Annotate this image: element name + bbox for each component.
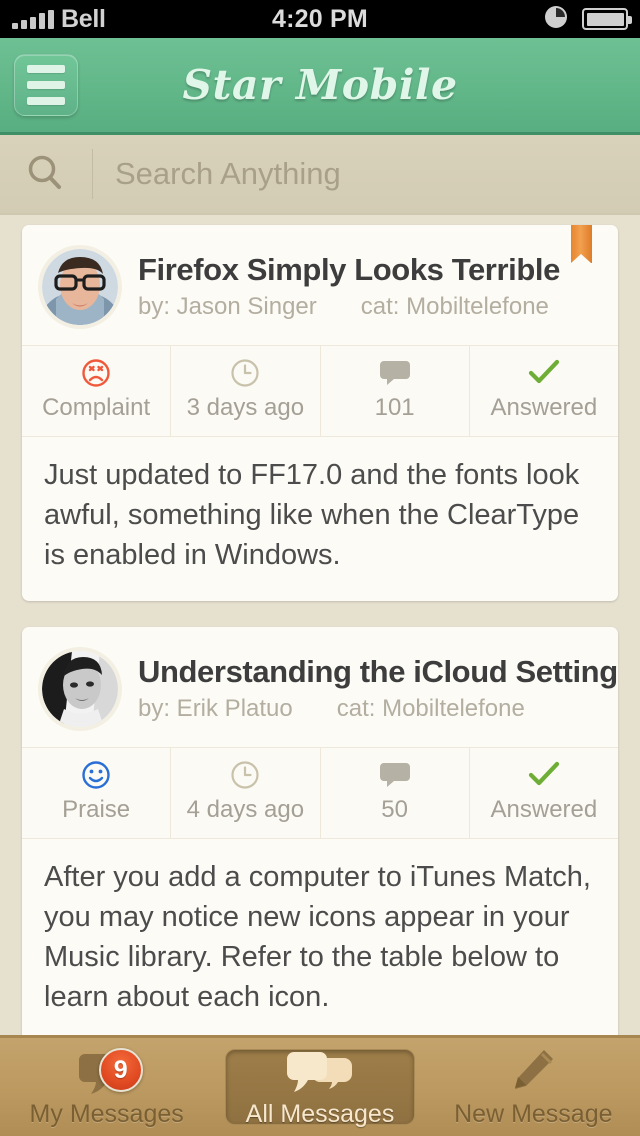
app-title: Star Mobile xyxy=(182,61,458,109)
bookmark-icon[interactable] xyxy=(571,225,592,263)
meta-cell-time[interactable]: 4 days ago xyxy=(171,748,321,839)
hamburger-menu-icon xyxy=(27,97,65,105)
meta-cell-type[interactable]: Praise xyxy=(22,748,172,839)
clock-icon xyxy=(171,760,319,790)
meta-cell-status[interactable]: Answered xyxy=(470,346,618,436)
check-mark-icon xyxy=(470,358,618,388)
card-header: Understanding the iCloud Setting by: Eri… xyxy=(22,627,618,747)
card-author: by: Jason Singer xyxy=(138,292,317,320)
meta-cell-status[interactable]: Answered xyxy=(470,748,618,838)
comment-bubble-icon xyxy=(321,358,469,388)
clock-icon xyxy=(171,358,319,388)
double-speech-bubble-icon xyxy=(286,1046,354,1096)
message-card[interactable]: Understanding the iCloud Setting by: Eri… xyxy=(22,627,618,1035)
status-bar-right xyxy=(543,4,632,35)
bottom-tab-bar: 9 My Messages All Messages New Message xyxy=(0,1035,640,1136)
card-header-text: Firefox Simply Looks Terrible by: Jason … xyxy=(138,253,598,320)
tab-label: New Message xyxy=(454,1099,613,1128)
smiley-face-icon xyxy=(22,760,170,790)
avatar xyxy=(42,249,118,325)
meta-label: 50 xyxy=(381,796,408,824)
card-header-text: Understanding the iCloud Setting by: Eri… xyxy=(138,654,618,723)
hamburger-menu-icon xyxy=(27,65,65,73)
avatar xyxy=(42,651,118,728)
meta-label: Answered xyxy=(490,394,598,421)
meta-label: 101 xyxy=(374,394,415,421)
meta-cell-comments[interactable]: 101 xyxy=(321,346,470,436)
tab-my-messages[interactable]: 9 My Messages xyxy=(0,1038,213,1136)
card-title: Firefox Simply Looks Terrible xyxy=(138,252,560,288)
card-body: After you add a computer to iTunes Match… xyxy=(44,861,591,1014)
navigation-bar: Star Mobile xyxy=(0,38,640,135)
meta-label: Complaint xyxy=(42,394,151,421)
meta-label: Answered xyxy=(490,796,598,824)
sad-face-icon xyxy=(22,358,170,388)
card-title: Understanding the iCloud Setting xyxy=(138,654,618,690)
meta-cell-comments[interactable]: 50 xyxy=(321,748,470,839)
comment-bubble-icon xyxy=(321,760,469,790)
search-icon[interactable] xyxy=(0,152,92,196)
card-subtitle: by: Jason Singer cat: Mobiltelefone xyxy=(138,293,598,321)
tab-new-message[interactable]: New Message xyxy=(427,1038,640,1136)
card-author: by: Erik Platuo xyxy=(138,694,293,722)
card-meta-row: Complaint 3 days ago 101 Answered xyxy=(22,345,618,437)
tab-label: All Messages xyxy=(245,1099,395,1128)
card-category: cat: Mobiltelefone xyxy=(360,292,549,320)
pencil-icon xyxy=(508,1046,558,1096)
tab-all-messages[interactable]: All Messages xyxy=(213,1038,426,1136)
hamburger-menu-button[interactable] xyxy=(14,54,78,116)
card-subtitle: by: Erik Platuo cat: Mobiltelefone xyxy=(138,695,598,723)
card-category: cat: Mobiltelefone xyxy=(336,694,525,722)
battery-icon xyxy=(582,8,632,30)
message-feed[interactable]: Firefox Simply Looks Terrible by: Jason … xyxy=(0,215,640,1035)
tab-label: My Messages xyxy=(29,1099,184,1128)
card-header: Firefox Simply Looks Terrible by: Jason … xyxy=(22,225,618,345)
card-meta-row: Praise 4 days ago 50 Answered xyxy=(22,747,618,840)
meta-label: Praise xyxy=(62,796,131,824)
unread-badge: 9 xyxy=(98,1048,143,1092)
meta-label: 4 days ago xyxy=(186,796,305,824)
card-body: Just updated to FF17.0 and the fonts loo… xyxy=(44,459,580,572)
search-bar[interactable] xyxy=(0,135,640,215)
check-mark-icon xyxy=(470,760,618,790)
app-root: Bell 4:20 PM Star Mobile Search Anything… xyxy=(0,0,640,1136)
meta-cell-time[interactable]: 3 days ago xyxy=(171,346,321,436)
meta-cell-type[interactable]: Complaint xyxy=(22,346,172,436)
status-bar: Bell 4:20 PM xyxy=(0,0,640,38)
clock-icon xyxy=(543,4,569,35)
meta-label: 3 days ago xyxy=(186,394,305,421)
hamburger-menu-icon xyxy=(27,81,65,89)
search-input[interactable] xyxy=(93,156,640,192)
message-card[interactable]: Firefox Simply Looks Terrible by: Jason … xyxy=(22,225,618,602)
